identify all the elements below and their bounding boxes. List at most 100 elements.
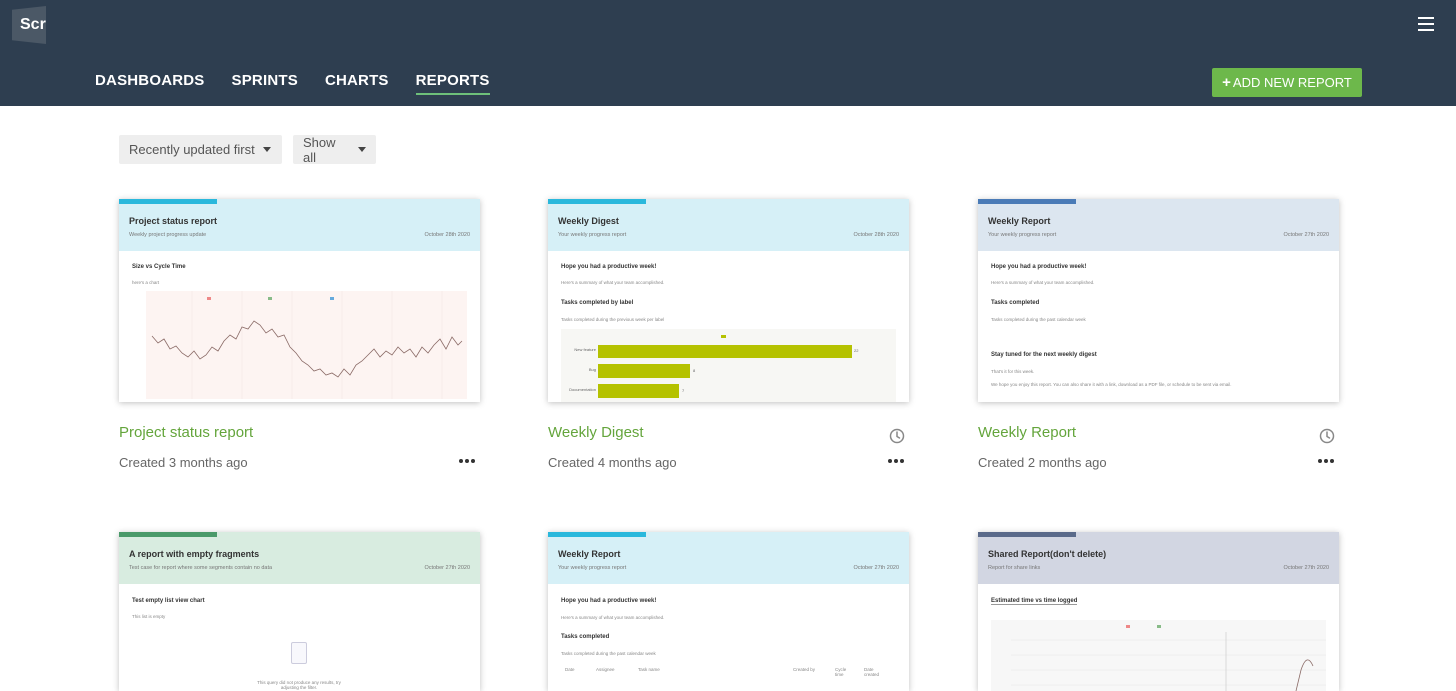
report-thumbnail[interactable]: Project status report Weekly project pro…: [119, 199, 480, 402]
table-column-header: Date: [565, 667, 575, 672]
hamburger-menu-icon[interactable]: [1418, 16, 1436, 32]
thumbnail-subtitle: Report for share links: [988, 565, 1041, 571]
accent-bar: [978, 532, 1076, 537]
line-chart-preview: [146, 291, 467, 399]
show-filter-value: Show all: [303, 134, 336, 165]
nav-reports[interactable]: REPORTS: [415, 72, 490, 95]
thumbnail-greeting: Hope you had a productive week!: [561, 598, 657, 604]
report-created-date: Created 4 months ago: [548, 455, 677, 470]
thumbnail-greeting: Hope you had a productive week!: [991, 264, 1087, 270]
thumbnail-subtitle: Your weekly progress report: [558, 565, 627, 571]
thumbnail-header: A report with empty fragments Test case …: [119, 532, 480, 584]
sort-dropdown[interactable]: Recently updated first: [119, 135, 282, 164]
bar-label: New feature: [574, 347, 596, 352]
thumbnail-title: Weekly Report: [988, 216, 1051, 226]
thumbnail-date: October 28th 2020: [424, 232, 470, 238]
thumbnail-section-title: Tasks completed: [991, 300, 1040, 306]
accent-bar: [119, 199, 217, 204]
report-thumbnail[interactable]: A report with empty fragments Test case …: [119, 532, 480, 691]
report-title[interactable]: Weekly Digest: [548, 424, 644, 441]
add-new-report-button[interactable]: + ADD NEW REPORT: [1212, 68, 1362, 97]
thumbnail-subtitle: Your weekly progress report: [988, 232, 1057, 238]
thumbnail-title: Weekly Digest: [558, 216, 619, 226]
thumbnail-section-note: This list is empty: [132, 614, 166, 619]
thumbnail-title: A report with empty fragments: [129, 549, 260, 559]
report-thumbnail[interactable]: Shared Report(don't delete) Report for s…: [978, 532, 1339, 691]
table-column-header: Date created: [864, 667, 880, 677]
sort-dropdown-value: Recently updated first: [129, 142, 255, 157]
report-thumbnail[interactable]: Weekly Report Your weekly progress repor…: [978, 199, 1339, 402]
bar-label: Bug: [588, 367, 596, 372]
thumbnail-footer-note: That's it for this week.: [991, 369, 1035, 374]
thumbnail-date: October 27th 2020: [424, 565, 470, 571]
app-logo[interactable]: Scr: [12, 6, 46, 44]
thumbnail-section-title: Estimated time vs time logged: [991, 598, 1078, 605]
more-options-icon[interactable]: [1318, 457, 1334, 465]
report-thumbnail[interactable]: Weekly Digest Your weekly progress repor…: [548, 199, 909, 402]
thumbnail-header: Weekly Report Your weekly progress repor…: [548, 532, 909, 584]
bar-chart-preview: New feature 22 Bug 8 Documentation 7: [561, 329, 896, 402]
report-title[interactable]: Project status report: [119, 424, 253, 441]
thumbnail-empty-note: This query did not produce any results, …: [257, 680, 341, 690]
thumbnail-greeting-note: Here's a summary of what your team accom…: [561, 615, 665, 620]
bar-label: Documentation: [569, 387, 596, 392]
nav-sprints[interactable]: SPRINTS: [232, 72, 298, 95]
table-column-header: Assignee: [596, 667, 615, 672]
thumbnail-header: Weekly Digest Your weekly progress repor…: [548, 199, 909, 251]
bar-value: 22: [854, 348, 859, 353]
thumbnail-section-title: Tasks completed by label: [561, 300, 634, 306]
caret-down-icon: [358, 147, 366, 152]
table-column-header: Task name: [638, 667, 660, 672]
more-options-icon[interactable]: [459, 457, 475, 465]
empty-document-icon: [291, 642, 307, 664]
accent-bar: [548, 532, 646, 537]
thumbnail-section-note: Tasks completed during the past calendar…: [991, 317, 1086, 322]
line-chart-preview: [991, 620, 1326, 691]
thumbnail-date: October 27th 2020: [1283, 232, 1329, 238]
main-nav: DASHBOARDS SPRINTS CHARTS REPORTS: [95, 72, 517, 95]
accent-bar: [119, 532, 217, 537]
bar-value: 7: [682, 388, 685, 393]
plus-icon: +: [1222, 74, 1231, 91]
bar-value: 8: [693, 368, 696, 373]
add-new-report-label: ADD NEW REPORT: [1232, 75, 1352, 90]
report-created-date: Created 2 months ago: [978, 455, 1107, 470]
table-column-header: Created by: [793, 667, 816, 672]
thumbnail-title: Project status report: [129, 216, 218, 226]
show-filter-dropdown[interactable]: Show all: [293, 134, 376, 165]
clock-icon[interactable]: [1319, 428, 1335, 444]
thumbnail-greeting: Hope you had a productive week!: [561, 264, 657, 270]
report-created-date: Created 3 months ago: [119, 455, 248, 470]
thumbnail-footer-note: We hope you enjoy this report. You can a…: [991, 382, 1232, 387]
accent-bar: [548, 199, 646, 204]
thumbnail-section-title: Test empty list view chart: [132, 598, 205, 604]
thumbnail-section-note: Tasks completed during the previous week…: [561, 317, 665, 322]
chart-bar: [598, 364, 690, 378]
top-header: Scr DASHBOARDS SPRINTS CHARTS REPORTS + …: [0, 0, 1456, 106]
clock-icon[interactable]: [889, 428, 905, 444]
accent-bar: [978, 199, 1076, 204]
thumbnail-footer-title: Stay tuned for the next weekly digest: [991, 352, 1097, 358]
report-thumbnail[interactable]: Weekly Report Your weekly progress repor…: [548, 532, 909, 691]
table-column-header: Cycle time: [835, 667, 847, 677]
thumbnail-section-title: Size vs Cycle Time: [132, 264, 186, 270]
thumbnail-header: Project status report Weekly project pro…: [119, 199, 480, 251]
thumbnail-date: October 28th 2020: [853, 232, 899, 238]
thumbnail-note: here's a chart: [132, 280, 160, 285]
thumbnail-section-note: Tasks completed during the past calendar…: [561, 651, 656, 656]
thumbnail-header: Shared Report(don't delete) Report for s…: [978, 532, 1339, 584]
caret-down-icon: [262, 147, 271, 152]
thumbnail-title: Shared Report(don't delete): [988, 549, 1107, 559]
nav-charts[interactable]: CHARTS: [325, 72, 389, 95]
chart-bar: [598, 345, 852, 358]
nav-dashboards[interactable]: DASHBOARDS: [95, 72, 205, 95]
thumbnail-subtitle: Your weekly progress report: [558, 232, 627, 238]
thumbnail-greeting-note: Here's a summary of what your team accom…: [991, 280, 1095, 285]
legend-swatch: [721, 335, 726, 338]
thumbnail-greeting-note: Here's a summary of what your team accom…: [561, 280, 665, 285]
thumbnail-header: Weekly Report Your weekly progress repor…: [978, 199, 1339, 251]
thumbnail-date: October 27th 2020: [1283, 565, 1329, 571]
more-options-icon[interactable]: [888, 457, 904, 465]
report-title[interactable]: Weekly Report: [978, 424, 1076, 441]
thumbnail-title: Weekly Report: [558, 549, 621, 559]
